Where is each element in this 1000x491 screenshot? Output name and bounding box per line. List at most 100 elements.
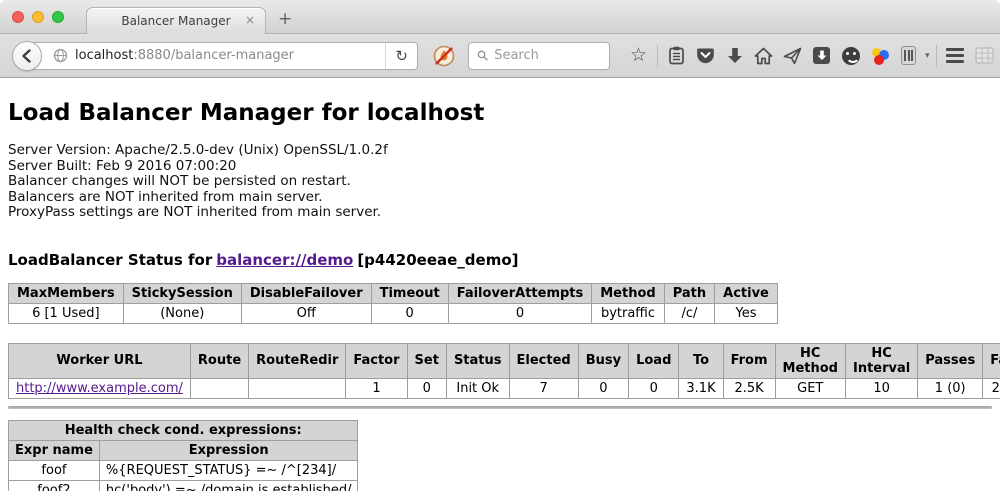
reload-button[interactable]: ↻ [385,43,417,69]
expr-name-cell: foof2 [9,480,100,491]
persist-warning-line: Balancer changes will NOT be persisted o… [8,174,992,190]
expr-name-cell: foof [9,460,100,480]
page-title: Load Balancer Manager for localhost [8,78,992,126]
horizontal-rule [8,406,992,409]
expression-header: Expression [99,440,358,460]
loadbalancer-status-heading: LoadBalancer Status forbalancer://demo[p… [8,251,992,269]
page-content: Load Balancer Manager for localhost Serv… [0,78,1000,491]
worker-data-row: http://www.example.com/ 1 0 Init Ok 7 0 … [9,378,1000,398]
passes-cell: 1 (0) [918,378,983,398]
balancer-demo-link[interactable]: balancer://demo [216,251,353,269]
column-header: DisableFailover [241,283,371,303]
set-cell: 0 [407,378,446,398]
health-header-row: Expr name Expression [9,440,358,460]
column-header: Busy [578,343,628,378]
back-button[interactable] [12,41,42,71]
bookmark-star-icon[interactable]: ☆ [629,45,649,67]
worker-table: Worker URLRouteRouteRedirFactorSetStatus… [8,343,1000,399]
pocket-icon[interactable] [696,45,716,67]
zoom-window-icon[interactable] [52,11,64,23]
server-version-line: Server Version: Apache/2.5.0-dev (Unix) … [8,143,992,159]
url-host: localhost [75,48,133,63]
column-header: Active [715,283,778,303]
load-cell: 0 [629,378,679,398]
chat-smiley-icon[interactable] [841,45,861,67]
firebug-disabled-icon[interactable] [432,44,456,68]
table-cell: bytraffic [592,303,664,323]
column-header: RouteRedir [249,343,346,378]
browser-window: Balancer Manager × + localhost:8880/bala… [0,0,1000,491]
fails-cell: 2 (0) [983,378,1000,398]
to-cell: 3.1K [679,378,723,398]
column-header: Set [407,343,446,378]
table-cell: 6 [1 Used] [9,303,124,323]
dropdown-caret-icon[interactable]: ▾ [925,51,930,61]
column-header: Worker URL [9,343,191,378]
minimize-window-icon[interactable] [32,11,44,23]
column-header: Method [592,283,664,303]
url-path: :8880/balancer-manager [133,48,294,63]
expr-name-header: Expr name [9,440,100,460]
server-info: Server Version: Apache/2.5.0-dev (Unix) … [8,143,992,221]
health-row-foof2: foof2 hc('body') =~ /domain is establish… [9,480,358,491]
balancers-warning-line: Balancers are NOT inherited from main se… [8,190,992,206]
balloons-icon[interactable] [870,46,890,66]
routeredir-cell [249,378,346,398]
menu-icon[interactable] [945,45,965,67]
expression-cell: %{REQUEST_STATUS} =~ /^[234]/ [99,460,358,480]
new-tab-button[interactable]: + [278,9,292,29]
hc-interval-cell: 10 [845,378,917,398]
clipboard-icon[interactable] [667,45,687,67]
column-header: HC Method [775,343,845,378]
column-header: Timeout [371,283,448,303]
expression-cell: hc('body') =~ /domain is established/ [99,480,358,491]
search-input[interactable] [494,48,601,63]
table-cell: /c/ [664,303,714,323]
balancer-settings-table: MaxMembersStickySessionDisableFailoverTi… [8,283,778,324]
column-header: From [723,343,775,378]
url-bar[interactable]: localhost:8880/balancer-manager ↻ [26,42,418,70]
search-icon [477,49,488,62]
toolbar-icons: ☆ [624,45,999,67]
column-header: Route [190,343,248,378]
health-row-foof: foof %{REQUEST_STATUS} =~ /^[234]/ [9,460,358,480]
video-download-icon[interactable] [812,45,832,67]
worker-url-cell: http://www.example.com/ [9,378,191,398]
navigation-toolbar: localhost:8880/balancer-manager ↻ ☆ [0,34,1000,78]
window-controls [12,11,64,23]
search-box[interactable] [468,42,610,70]
url-text[interactable]: localhost:8880/balancer-manager [75,48,385,63]
apps-grid-icon[interactable] [974,45,994,67]
column-header: Elected [509,343,578,378]
status-suffix: [p4420eeae_demo] [357,251,518,269]
column-header: FailoverAttempts [448,283,592,303]
back-arrow-icon [19,48,35,64]
home-icon[interactable] [754,45,774,67]
worker-url-link[interactable]: http://www.example.com/ [16,381,183,396]
download-icon[interactable] [725,45,745,67]
hc-method-cell: GET [775,378,845,398]
elected-cell: 7 [509,378,578,398]
tab-bar: Balancer Manager × + [0,0,1000,34]
status-cell: Init Ok [446,378,509,398]
column-header: Factor [346,343,407,378]
archive-icon[interactable] [899,45,919,67]
column-header: StickySession [123,283,241,303]
send-plane-icon[interactable] [783,45,803,67]
column-header: HC Interval [845,343,917,378]
tab-close-icon[interactable]: × [245,14,255,26]
proxypass-warning-line: ProxyPass settings are NOT inherited fro… [8,205,992,221]
column-header: To [679,343,723,378]
table-cell: Yes [715,303,778,323]
tab-balancer-manager[interactable]: Balancer Manager × [86,7,266,34]
column-header: Status [446,343,509,378]
close-window-icon[interactable] [12,11,24,23]
toolbar-divider [936,45,937,67]
toolbar-divider [657,45,658,67]
globe-icon [53,48,68,63]
factor-cell: 1 [346,378,407,398]
health-title-row: Health check cond. expressions: [9,420,358,440]
column-header: Load [629,343,679,378]
balancer-data-row: 6 [1 Used](None)Off00bytraffic/c/Yes [9,303,778,323]
server-built-line: Server Built: Feb 9 2016 07:00:20 [8,159,992,175]
